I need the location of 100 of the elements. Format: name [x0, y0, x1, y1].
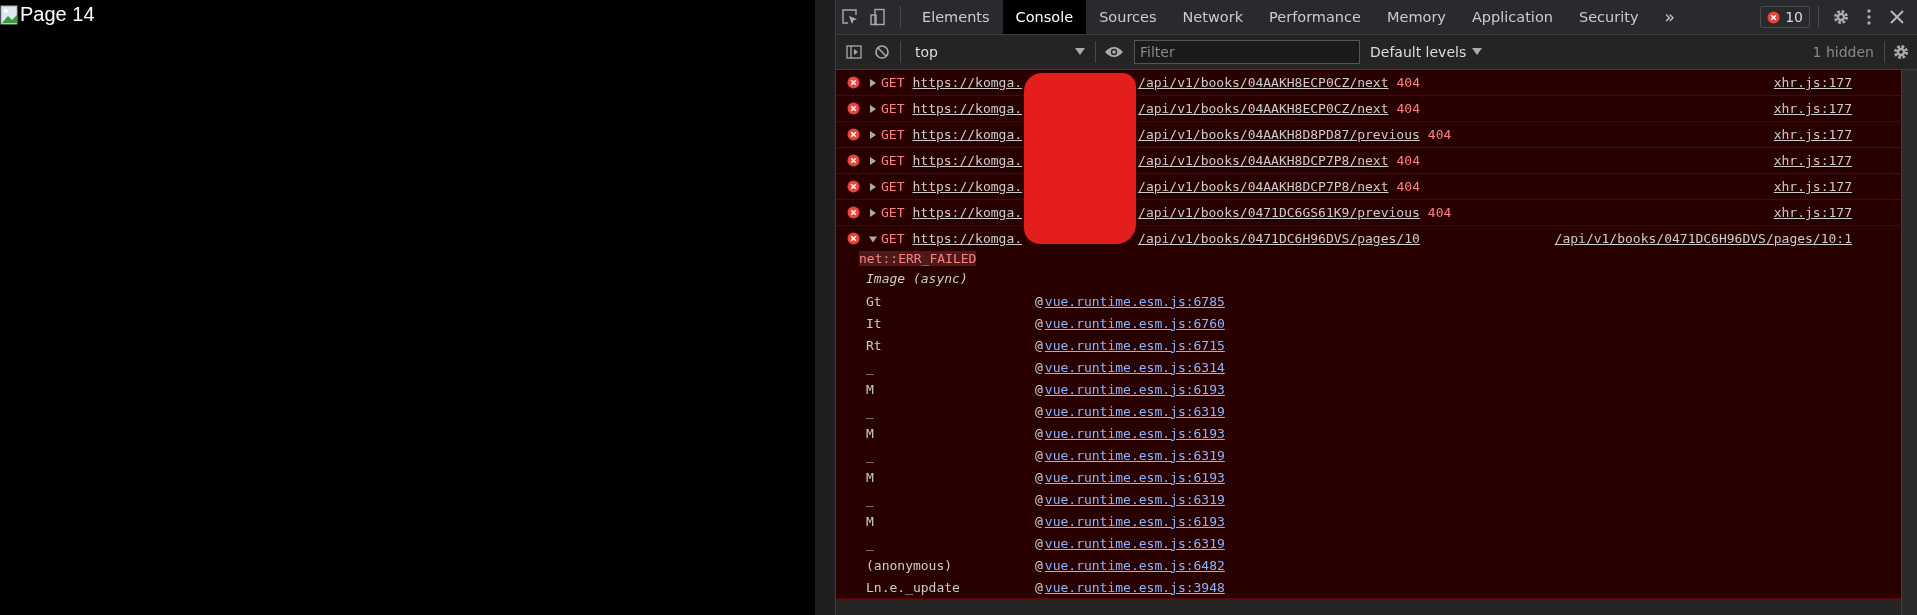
- error-text: net::ERR_FAILED: [859, 251, 977, 266]
- source-link[interactable]: xhr.js:177: [1773, 127, 1852, 142]
- scrollbar[interactable]: [1901, 70, 1917, 615]
- function-name: _: [866, 491, 875, 507]
- request-url-link[interactable]: https://komga.: [912, 205, 1023, 220]
- panel-tab[interactable]: Sources: [1086, 0, 1170, 34]
- image-alt-text: Page 14: [20, 3, 95, 26]
- source-link[interactable]: /api/v1/books/0471DC6H96DVS/pages/10:1: [1554, 231, 1852, 246]
- log-levels-dropdown[interactable]: Default levels: [1370, 44, 1483, 60]
- request-url-link[interactable]: https://komga.: [912, 127, 1023, 142]
- request-method: GET: [881, 101, 905, 116]
- stack-location-link[interactable]: vue.runtime.esm.js:6193: [1044, 469, 1225, 485]
- collapse-triangle-icon[interactable]: [869, 234, 877, 243]
- stack-location-link[interactable]: vue.runtime.esm.js:6319: [1044, 491, 1225, 507]
- stack-location-link[interactable]: vue.runtime.esm.js:6319: [1044, 447, 1225, 463]
- at-sign: @: [1035, 447, 1043, 463]
- status-code: 404: [1396, 75, 1420, 90]
- at-sign: @: [1035, 579, 1043, 595]
- request-url-link[interactable]: https://komga.: [912, 179, 1023, 194]
- async-label: Image (async): [866, 270, 969, 288]
- at-sign: @: [1035, 535, 1043, 551]
- source-link[interactable]: xhr.js:177: [1773, 75, 1852, 90]
- error-icon: [847, 76, 860, 89]
- stack-location-link[interactable]: vue.runtime.esm.js:6715: [1044, 337, 1225, 353]
- request-method: GET: [881, 179, 905, 194]
- request-method: GET: [881, 231, 905, 246]
- function-name: M: [866, 513, 875, 529]
- source-link[interactable]: xhr.js:177: [1773, 205, 1852, 220]
- request-url-link[interactable]: https://komga.: [912, 231, 1023, 246]
- panel-tab[interactable]: Console: [1002, 0, 1087, 34]
- function-name: _: [866, 447, 875, 463]
- status-code: 404: [1396, 179, 1420, 194]
- function-name: _: [866, 403, 875, 419]
- hidden-count: 1 hidden: [1812, 44, 1874, 60]
- at-sign: @: [1035, 403, 1043, 419]
- request-url-link[interactable]: /api/v1/books/0471DC6H96DVS/pages/10: [1138, 231, 1420, 246]
- status-code: 404: [1427, 127, 1452, 142]
- more-tabs-button[interactable]: »: [1651, 0, 1688, 34]
- expand-triangle-icon[interactable]: [869, 156, 877, 165]
- expand-triangle-icon[interactable]: [869, 104, 877, 113]
- filter-field[interactable]: Filter: [1134, 40, 1360, 64]
- at-sign: @: [1035, 315, 1043, 331]
- request-url-link[interactable]: /api/v1/books/04AAKH8DCP7P8/next: [1138, 179, 1389, 194]
- request-method: GET: [881, 153, 905, 168]
- request-method: GET: [881, 127, 905, 142]
- at-sign: @: [1035, 337, 1043, 353]
- status-code: 404: [1396, 153, 1420, 168]
- error-count-badge[interactable]: 10: [1760, 6, 1810, 28]
- expand-triangle-icon[interactable]: [869, 208, 877, 217]
- at-sign: @: [1035, 381, 1043, 397]
- panel-tab[interactable]: Elements: [909, 0, 1003, 34]
- request-url-link[interactable]: /api/v1/books/04AAKH8ECP0CZ/next: [1138, 101, 1389, 116]
- broken-image-icon: [0, 3, 20, 26]
- stack-location-link[interactable]: vue.runtime.esm.js:3948: [1044, 579, 1225, 595]
- stack-location-link[interactable]: vue.runtime.esm.js:6482: [1044, 557, 1225, 573]
- request-url-link[interactable]: https://komga.: [912, 101, 1023, 116]
- panel-tab[interactable]: Network: [1169, 0, 1257, 34]
- caret-icon[interactable]: [1075, 48, 1085, 56]
- stack-location-link[interactable]: vue.runtime.esm.js:6760: [1044, 315, 1225, 331]
- stack-location-link[interactable]: vue.runtime.esm.js:6193: [1044, 381, 1225, 397]
- stack-location-link[interactable]: vue.runtime.esm.js:6785: [1044, 293, 1225, 309]
- at-sign: @: [1035, 293, 1043, 309]
- at-sign: @: [1035, 557, 1043, 573]
- stack-location-link[interactable]: vue.runtime.esm.js:6319: [1044, 403, 1225, 419]
- request-url-link[interactable]: /api/v1/books/04AAKH8ECP0CZ/next: [1138, 75, 1389, 90]
- source-link[interactable]: xhr.js:177: [1773, 153, 1852, 168]
- panel-tab[interactable]: Memory: [1373, 0, 1459, 34]
- request-method: GET: [881, 205, 905, 220]
- caret-icon[interactable]: [1472, 48, 1483, 56]
- at-sign: @: [1035, 469, 1043, 485]
- context-select[interactable]: top: [905, 44, 1091, 60]
- request-url-link[interactable]: /api/v1/books/04AAKH8DCP7P8/next: [1138, 153, 1389, 168]
- error-icon: [847, 232, 860, 245]
- function-name: M: [866, 425, 875, 441]
- stack-location-link[interactable]: vue.runtime.esm.js:6314: [1044, 359, 1225, 375]
- request-url-link[interactable]: https://komga.: [912, 75, 1023, 90]
- function-name: Ln.e._update: [866, 579, 961, 595]
- expand-triangle-icon[interactable]: [869, 78, 877, 87]
- at-sign: @: [1035, 513, 1043, 529]
- panel-tab[interactable]: Application: [1458, 0, 1566, 34]
- at-sign: @: [1035, 425, 1043, 441]
- expand-triangle-icon[interactable]: [869, 182, 877, 191]
- expand-triangle-icon[interactable]: [869, 130, 877, 139]
- request-url-link[interactable]: /api/v1/books/0471DC6GS61K9/previous: [1138, 205, 1420, 220]
- source-link[interactable]: xhr.js:177: [1773, 179, 1852, 194]
- stack-location-link[interactable]: vue.runtime.esm.js:6319: [1044, 535, 1225, 551]
- request-url-link[interactable]: /api/v1/books/04AAKH8D8PD87/previous: [1138, 127, 1420, 142]
- function-name: M: [866, 469, 875, 485]
- function-name: Gt: [866, 293, 883, 309]
- function-name: M: [866, 381, 875, 397]
- stack-location-link[interactable]: vue.runtime.esm.js:6193: [1044, 425, 1225, 441]
- error-icon: [847, 206, 860, 219]
- error-icon: [847, 154, 860, 167]
- source-link[interactable]: xhr.js:177: [1773, 101, 1852, 116]
- panel-tab[interactable]: Security: [1565, 0, 1652, 34]
- function-name: _: [866, 359, 875, 375]
- stack-location-link[interactable]: vue.runtime.esm.js:6193: [1044, 513, 1225, 529]
- panel-tab[interactable]: Performance: [1256, 0, 1374, 34]
- request-url-link[interactable]: https://komga.: [912, 153, 1023, 168]
- function-name: It: [866, 315, 883, 331]
